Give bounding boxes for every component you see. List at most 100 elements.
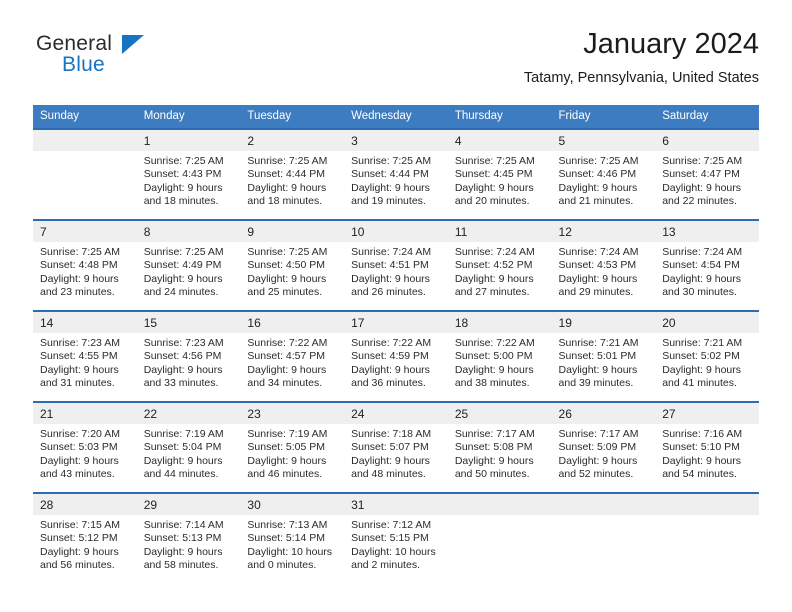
calendar-day-cell[interactable]: 21 Sunrise: 7:20 AM Sunset: 5:03 PM Dayligh… (33, 401, 137, 493)
sunrise-text: Sunrise: 7:25 AM (143, 155, 224, 167)
day-cell-inner: 9 Sunrise: 7:25 AM Sunset: 4:50 PM Daylight… (240, 221, 345, 310)
sunset-text: Sunset: 5:05 PM (247, 441, 326, 454)
calendar-day-cell[interactable]: 14 Sunrise: 7:23 AM Sunset: 4:55 PM Dayligh… (33, 310, 137, 402)
daylight-text-line1: Daylight: 9 hours (454, 181, 534, 194)
calendar-day-cell[interactable]: 1 Sunrise: 7:25 AM Sunset: 4:43 PM Daylight… (136, 128, 241, 220)
calendar-day-cell[interactable]: 17 Sunrise: 7:22 AM Sunset: 4:59 PM Dayligh… (344, 310, 448, 402)
calendar-day-cell[interactable]: 19 Sunrise: 7:21 AM Sunset: 5:01 PM Dayligh… (551, 310, 656, 402)
calendar-day-cell[interactable]: 26 Sunrise: 7:17 AM Sunset: 5:09 PM Dayligh… (551, 401, 656, 493)
daylight-text-line2: and 31 minutes. (40, 377, 115, 390)
daylight-text-line2: and 44 minutes. (143, 468, 219, 481)
day-number: 18 (447, 312, 552, 333)
weekday-header-monday: Monday (136, 105, 241, 129)
day-cell-inner: 18 Sunrise: 7:22 AM Sunset: 5:00 PM Dayligh… (447, 312, 552, 401)
generalblue-logo[interactable]: General Blue (33, 28, 213, 88)
calendar-day-cell[interactable]: 22 Sunrise: 7:19 AM Sunset: 5:04 PM Dayligh… (136, 401, 241, 493)
title-block: January 2024 Tatamy, Pennsylvania, Unite… (524, 26, 759, 88)
daylight-text-line1: Daylight: 9 hours (143, 454, 223, 467)
calendar-day-cell[interactable]: 10 Sunrise: 7:24 AM Sunset: 4:51 PM Dayligh… (344, 219, 448, 311)
sunset-text: Sunset: 4:53 PM (558, 259, 637, 272)
day-number: 4 (447, 130, 552, 151)
calendar-day-cell[interactable]: 24 Sunrise: 7:18 AM Sunset: 5:07 PM Dayligh… (344, 401, 448, 493)
calendar-day-cell[interactable]: 29 Sunrise: 7:14 AM Sunset: 5:13 PM Dayligh… (136, 492, 241, 583)
daylight-text-line2: and 46 minutes. (247, 468, 323, 481)
calendar-grid: Sunday Monday Tuesday Wednesday Thursday… (33, 105, 759, 583)
daylight-text-line1: Daylight: 9 hours (143, 363, 223, 376)
sunrise-text: Sunrise: 7:12 AM (351, 519, 432, 531)
day-cell-inner: 24 Sunrise: 7:18 AM Sunset: 5:07 PM Dayligh… (344, 403, 448, 492)
daylight-text-line1: Daylight: 10 hours (247, 545, 333, 558)
sunset-text: Sunset: 4:49 PM (143, 259, 222, 272)
day-cell-inner: 2 Sunrise: 7:25 AM Sunset: 4:44 PM Daylight… (240, 130, 345, 219)
calendar-day-cell[interactable]: 9 Sunrise: 7:25 AM Sunset: 4:50 PM Daylight… (240, 219, 345, 311)
day-number: 1 (136, 130, 241, 151)
day-number (551, 494, 656, 515)
calendar-day-cell[interactable]: 8 Sunrise: 7:25 AM Sunset: 4:49 PM Daylight… (136, 219, 241, 311)
calendar-day-cell[interactable]: 15 Sunrise: 7:23 AM Sunset: 4:56 PM Dayligh… (136, 310, 241, 402)
calendar-day-cell[interactable]: 30 Sunrise: 7:13 AM Sunset: 5:14 PM Dayligh… (240, 492, 345, 583)
calendar-week-row: 14 Sunrise: 7:23 AM Sunset: 4:55 PM Dayligh… (33, 310, 759, 402)
sunrise-text: Sunrise: 7:22 AM (247, 337, 328, 349)
calendar-day-cell[interactable]: 18 Sunrise: 7:22 AM Sunset: 5:00 PM Dayligh… (447, 310, 552, 402)
sunset-text: Sunset: 4:45 PM (454, 168, 533, 181)
day-details: Sunrise: 7:25 AM Sunset: 4:48 PM Daylight:… (33, 242, 137, 300)
day-number: 29 (136, 494, 241, 515)
day-details: Sunrise: 7:17 AM Sunset: 5:09 PM Daylight:… (552, 424, 656, 482)
daylight-text-line1: Daylight: 9 hours (247, 272, 327, 285)
sunset-text: Sunset: 5:03 PM (40, 441, 118, 454)
calendar-week-row: 28 Sunrise: 7:15 AM Sunset: 5:12 PM Dayligh… (33, 492, 759, 583)
day-details: Sunrise: 7:24 AM Sunset: 4:51 PM Daylight:… (344, 242, 448, 300)
calendar-day-cell[interactable]: 2 Sunrise: 7:25 AM Sunset: 4:44 PM Daylight… (240, 128, 345, 220)
daylight-text-line1: Daylight: 9 hours (454, 454, 534, 467)
sunset-text: Sunset: 4:50 PM (247, 259, 326, 272)
weekday-header-row: Sunday Monday Tuesday Wednesday Thursday… (33, 105, 759, 129)
calendar-day-cell[interactable]: 3 Sunrise: 7:25 AM Sunset: 4:44 PM Daylight… (344, 128, 448, 220)
sunrise-text: Sunrise: 7:13 AM (247, 519, 328, 531)
sunset-text: Sunset: 4:43 PM (143, 168, 222, 181)
day-number: 25 (447, 403, 552, 424)
day-cell-inner: 29 Sunrise: 7:14 AM Sunset: 5:13 PM Dayligh… (136, 494, 241, 583)
daylight-text-line2: and 56 minutes. (40, 559, 115, 572)
day-details: Sunrise: 7:17 AM Sunset: 5:08 PM Daylight:… (448, 424, 552, 482)
day-details: Sunrise: 7:24 AM Sunset: 4:54 PM Daylight:… (655, 242, 759, 300)
calendar-day-cell[interactable]: 20 Sunrise: 7:21 AM Sunset: 5:02 PM Dayligh… (655, 310, 759, 402)
day-cell-inner: 13 Sunrise: 7:24 AM Sunset: 4:54 PM Dayligh… (655, 221, 759, 310)
calendar-day-cell[interactable]: 31 Sunrise: 7:12 AM Sunset: 5:15 PM Dayligh… (344, 492, 448, 583)
weekday-header-thursday: Thursday (447, 105, 552, 129)
sunset-text: Sunset: 4:51 PM (351, 259, 429, 272)
calendar-day-cell[interactable]: 11 Sunrise: 7:24 AM Sunset: 4:52 PM Dayligh… (447, 219, 552, 311)
daylight-text-line2: and 19 minutes. (351, 195, 426, 208)
daylight-text-line2: and 58 minutes. (143, 559, 219, 572)
calendar-day-cell[interactable]: 6 Sunrise: 7:25 AM Sunset: 4:47 PM Daylight… (655, 128, 759, 220)
day-cell-inner (655, 494, 759, 583)
day-cell-inner: 27 Sunrise: 7:16 AM Sunset: 5:10 PM Dayligh… (655, 403, 759, 492)
calendar-day-cell[interactable]: 13 Sunrise: 7:24 AM Sunset: 4:54 PM Dayligh… (655, 219, 759, 311)
sunrise-text: Sunrise: 7:25 AM (247, 246, 328, 258)
day-details: Sunrise: 7:23 AM Sunset: 4:56 PM Daylight:… (137, 333, 241, 391)
day-cell-inner: 4 Sunrise: 7:25 AM Sunset: 4:45 PM Daylight… (447, 130, 552, 219)
calendar-day-cell[interactable]: 4 Sunrise: 7:25 AM Sunset: 4:45 PM Daylight… (447, 128, 552, 220)
daylight-text-line2: and 2 minutes. (351, 559, 420, 572)
calendar-day-cell[interactable]: 23 Sunrise: 7:19 AM Sunset: 5:05 PM Dayligh… (240, 401, 345, 493)
day-number: 14 (33, 312, 137, 333)
sunrise-text: Sunrise: 7:16 AM (662, 428, 743, 440)
sunrise-text: Sunrise: 7:25 AM (40, 246, 120, 258)
calendar-day-cell[interactable]: 12 Sunrise: 7:24 AM Sunset: 4:53 PM Dayligh… (551, 219, 656, 311)
page-header: General Blue January 2024 Tatamy, Pennsy… (33, 26, 759, 98)
calendar-day-cell[interactable]: 16 Sunrise: 7:22 AM Sunset: 4:57 PM Dayligh… (240, 310, 345, 402)
calendar-day-cell[interactable]: 25 Sunrise: 7:17 AM Sunset: 5:08 PM Dayligh… (447, 401, 552, 493)
calendar-day-cell[interactable]: 28 Sunrise: 7:15 AM Sunset: 5:12 PM Dayligh… (33, 492, 137, 583)
day-number: 8 (136, 221, 241, 242)
calendar-day-cell[interactable]: 27 Sunrise: 7:16 AM Sunset: 5:10 PM Dayligh… (655, 401, 759, 493)
daylight-text-line1: Daylight: 9 hours (662, 454, 742, 467)
day-number: 5 (551, 130, 656, 151)
calendar-day-cell[interactable]: 7 Sunrise: 7:25 AM Sunset: 4:48 PM Daylight… (33, 219, 137, 311)
daylight-text-line1: Daylight: 9 hours (40, 454, 119, 467)
day-number: 11 (447, 221, 552, 242)
day-number: 7 (33, 221, 137, 242)
sunset-text: Sunset: 4:57 PM (247, 350, 326, 363)
sunset-text: Sunset: 5:02 PM (662, 350, 740, 363)
calendar-week-row: 21 Sunrise: 7:20 AM Sunset: 5:03 PM Dayligh… (33, 401, 759, 493)
calendar-day-cell[interactable]: 5 Sunrise: 7:25 AM Sunset: 4:46 PM Daylight… (551, 128, 656, 220)
day-number (447, 494, 552, 515)
